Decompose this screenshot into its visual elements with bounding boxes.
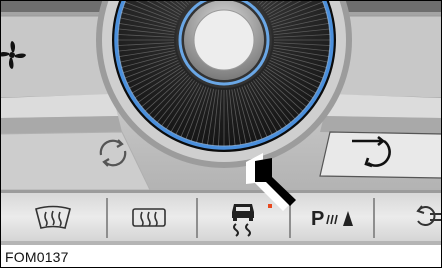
windscreen-defrost-button[interactable] [0,193,106,241]
strip-top-edge [0,190,442,193]
stability-indicator-light [268,204,272,208]
control-panel-figure: P FOM0137 [0,0,442,268]
svg-text:P: P [311,208,324,230]
right-ledge-shadow [320,116,442,134]
strip-divider [106,198,108,238]
right-ledge [324,94,442,118]
strip-divider [373,198,375,238]
figure-label: FOM0137 [5,249,69,265]
panel-illustration: P [0,0,442,268]
center-knob-face [193,9,255,71]
left-ledge-shadow [0,116,122,134]
strip-divider [196,198,198,238]
rear-window-defrost-button[interactable] [108,193,196,241]
left-ledge [0,94,118,118]
strip-bottom-edge [0,241,442,245]
lane-keeping-button[interactable] [375,193,442,241]
